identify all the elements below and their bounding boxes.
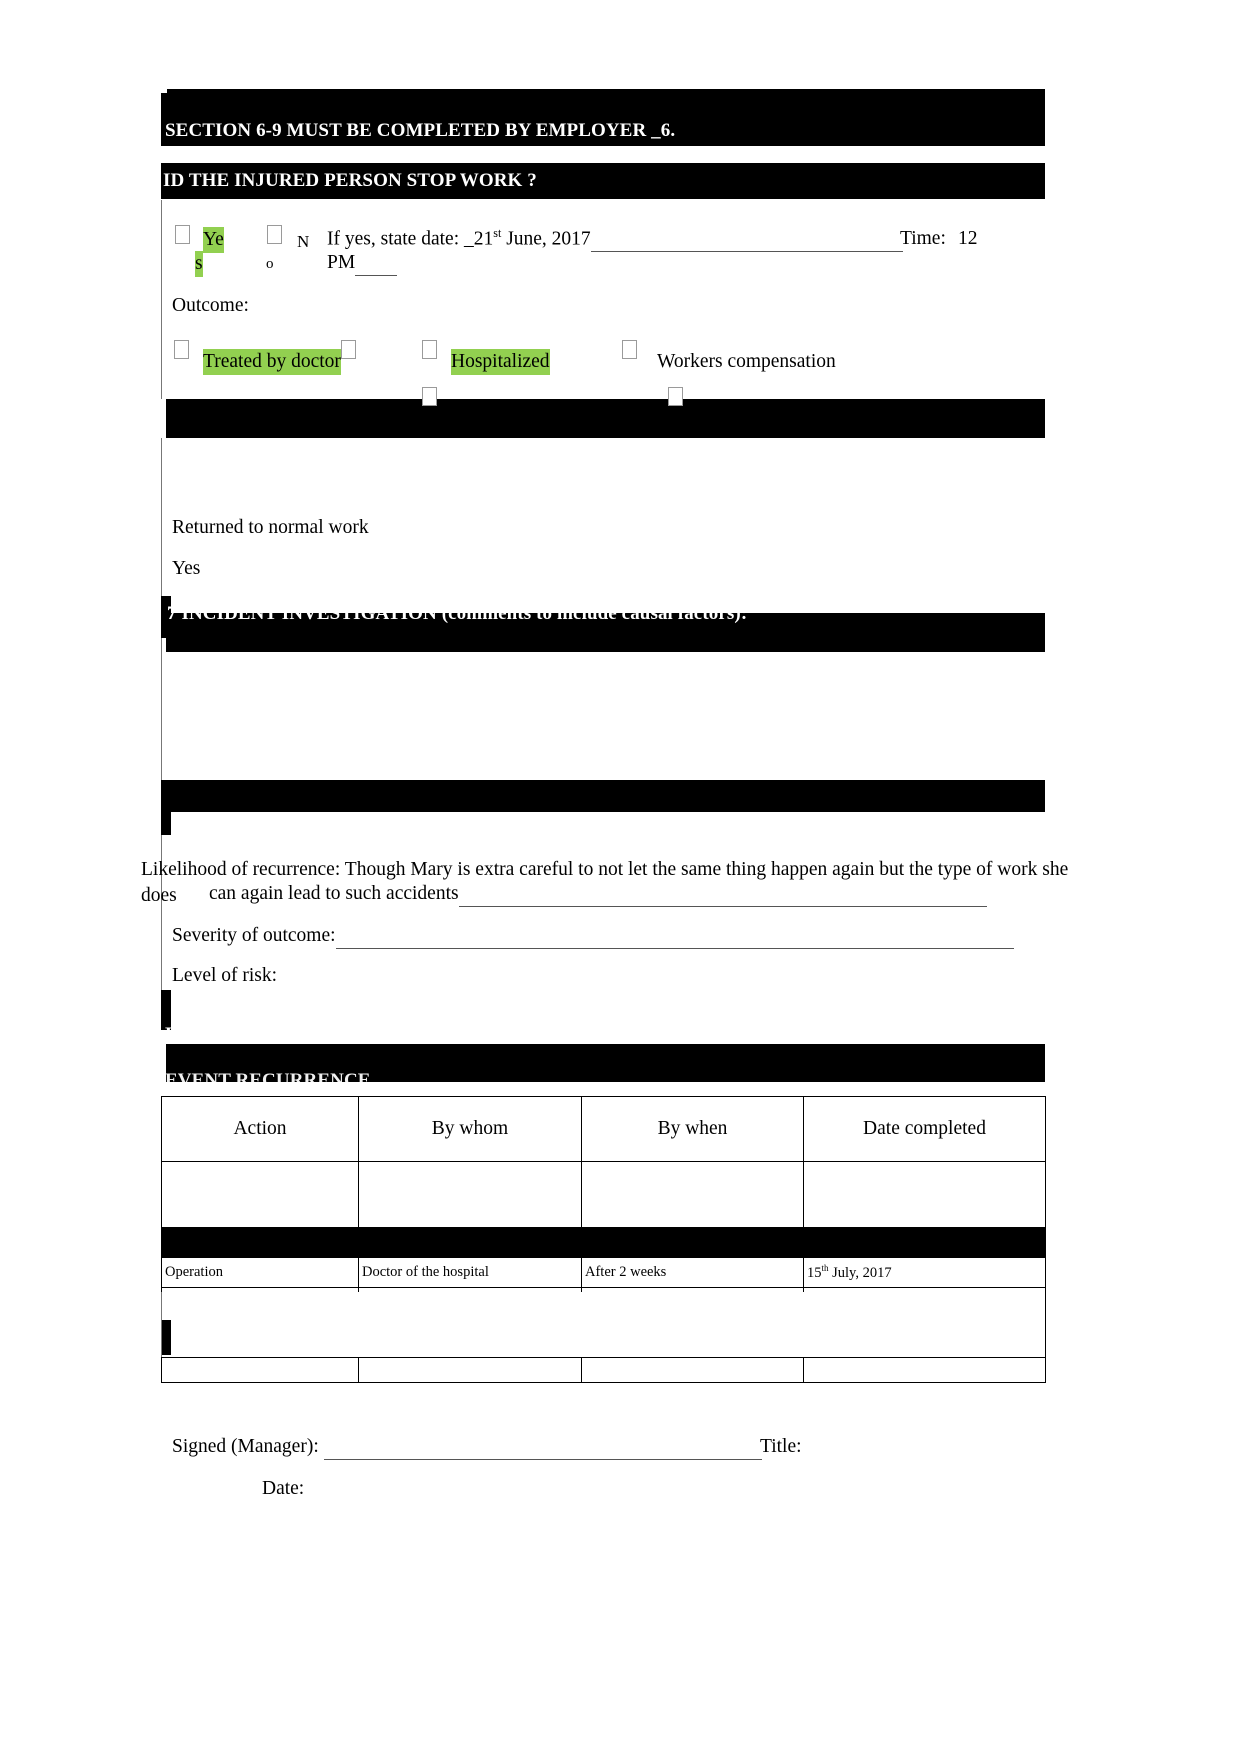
- document-page: SECTION 6-9 MUST BE COMPLETED BY EMPLOYE…: [0, 0, 1241, 1754]
- stop-work-time-value: 12: [958, 228, 978, 249]
- table-bottom-rule: [161, 1357, 1045, 1358]
- stop-work-yes-checkbox[interactable]: [175, 225, 190, 244]
- section7-banner-title: 7 INCIDENT INVESTIGATION (comments to in…: [167, 603, 748, 624]
- outcome-extra-checkbox-2[interactable]: [422, 387, 437, 406]
- stop-work-no-label-cont: o: [266, 256, 274, 272]
- time-pm-text: PM: [327, 252, 356, 273]
- table-cell-date-completed[interactable]: 15th July, 2017: [803, 1257, 1046, 1288]
- date-completed-prefix: 15: [807, 1264, 822, 1281]
- stop-work-yes-label: Ye: [203, 227, 224, 253]
- table-header-by-when: By when: [581, 1096, 804, 1162]
- table-trailing-left-border: [161, 1292, 162, 1357]
- outcome-hospitalized-label: Hospitalized: [451, 349, 550, 375]
- date-completed-ordinal: th: [821, 1263, 829, 1274]
- date-label: Date:: [262, 1478, 305, 1499]
- table-cell-by-when-redacted: [581, 1227, 804, 1258]
- outcome-workers-compensation-checkbox[interactable]: [622, 340, 637, 359]
- returned-to-work-label: Returned to normal work: [172, 517, 369, 538]
- outcome-extra-checkbox-3[interactable]: [668, 387, 683, 406]
- table-cell-action-empty[interactable]: [161, 1161, 359, 1228]
- section8-banner-left-gap: [161, 1044, 166, 1068]
- likelihood-of-recurrence-line2: can again lead to such accidents: [209, 881, 987, 907]
- stop-work-no-checkbox[interactable]: [267, 225, 282, 244]
- stop-work-time-pm: PM: [327, 250, 398, 276]
- time-pm-blank-line[interactable]: [355, 256, 398, 276]
- stop-work-yes-label-cont: s: [195, 251, 203, 277]
- section8-banner-line2-mask: [161, 1082, 1045, 1096]
- likelihood-blank-line[interactable]: [458, 887, 987, 907]
- table-cell-date-completed-empty[interactable]: [803, 1161, 1046, 1228]
- table-cell-by-whom-doctor[interactable]: Doctor of the hospital: [358, 1257, 582, 1288]
- outcome-treated-by-doctor-checkbox[interactable]: [174, 340, 189, 359]
- stop-work-question-title: ID THE INJURED PERSON STOP WORK ?: [163, 170, 537, 191]
- table-row: Operation Doctor of the hospital After 2…: [161, 1257, 1046, 1288]
- section6-banner-left-tick: [161, 89, 167, 93]
- outcome-treated-by-doctor-label: Treated by doctor: [203, 349, 341, 375]
- signed-manager-label: Signed (Manager):: [172, 1436, 324, 1457]
- table-row-blacked-out: [161, 1227, 1046, 1258]
- outcome-extra-checkbox-1[interactable]: [341, 340, 356, 359]
- table-header-action: Action: [161, 1096, 359, 1162]
- if-yes-date-suffix: June, 2017: [501, 228, 591, 250]
- outcome-black-band: [166, 399, 1045, 438]
- stop-work-date-row: If yes, state date: _21st June, 2017: [327, 226, 903, 253]
- outcome-hospitalized-checkbox[interactable]: [422, 340, 437, 359]
- outcome-workers-compensation-label: Workers compensation: [657, 351, 836, 372]
- severity-blank-line[interactable]: [335, 929, 1014, 949]
- likelihood-label: Likelihood of recurrence:: [141, 859, 341, 880]
- level-of-risk-row: Level of risk:: [172, 963, 277, 989]
- table-cell-by-whom-redacted: [358, 1227, 582, 1258]
- signed-manager-row: Signed (Manager):: [172, 1434, 762, 1460]
- table-header-date-completed: Date completed: [803, 1096, 1046, 1162]
- table-cell-action-redacted: [161, 1227, 359, 1258]
- table-row: [161, 1161, 1046, 1228]
- stop-work-time-label: Time:: [900, 228, 946, 249]
- section8-banner-title-line1: PR: [165, 1024, 191, 1045]
- section6-banner-title: SECTION 6-9 MUST BE COMPLETED BY EMPLOYE…: [165, 120, 676, 141]
- level-of-risk-label: Level of risk:: [172, 965, 278, 986]
- table-cell-by-when-empty[interactable]: [581, 1161, 804, 1228]
- date-completed-suffix: July, 2017: [828, 1264, 892, 1281]
- title-label: Title:: [760, 1436, 802, 1457]
- table-cell-date-redacted: [803, 1227, 1046, 1258]
- outcome-label: Outcome:: [172, 295, 249, 316]
- severity-of-outcome-row: Severity of outcome:: [172, 923, 1014, 949]
- table-trailing-left-block: [161, 1320, 171, 1355]
- table-cell-action-operation[interactable]: Operation: [161, 1257, 359, 1288]
- table-header-row: Action By whom By when Date completed: [161, 1096, 1046, 1162]
- severity-label: Severity of outcome:: [172, 925, 336, 946]
- table-header-by-whom: By whom: [358, 1096, 582, 1162]
- table-trailing-area-mask: [162, 1292, 1044, 1357]
- table-cell-by-whom-empty[interactable]: [358, 1161, 582, 1228]
- section7-left-border: [161, 652, 162, 780]
- if-yes-date-blank-line[interactable]: [590, 233, 903, 253]
- section7-lower-black-band: [166, 780, 1045, 812]
- outcome-band-left-gap: [161, 399, 166, 438]
- returned-to-work-value: Yes: [172, 558, 201, 579]
- stop-work-no-label: N: [297, 232, 310, 251]
- table-cell-by-when-weeks[interactable]: After 2 weeks: [581, 1257, 804, 1288]
- signed-manager-blank-line[interactable]: [323, 1440, 762, 1460]
- likelihood-value-line2: can again lead to such accidents: [209, 883, 459, 904]
- if-yes-date-prefix: If yes, state date: _21: [327, 228, 494, 250]
